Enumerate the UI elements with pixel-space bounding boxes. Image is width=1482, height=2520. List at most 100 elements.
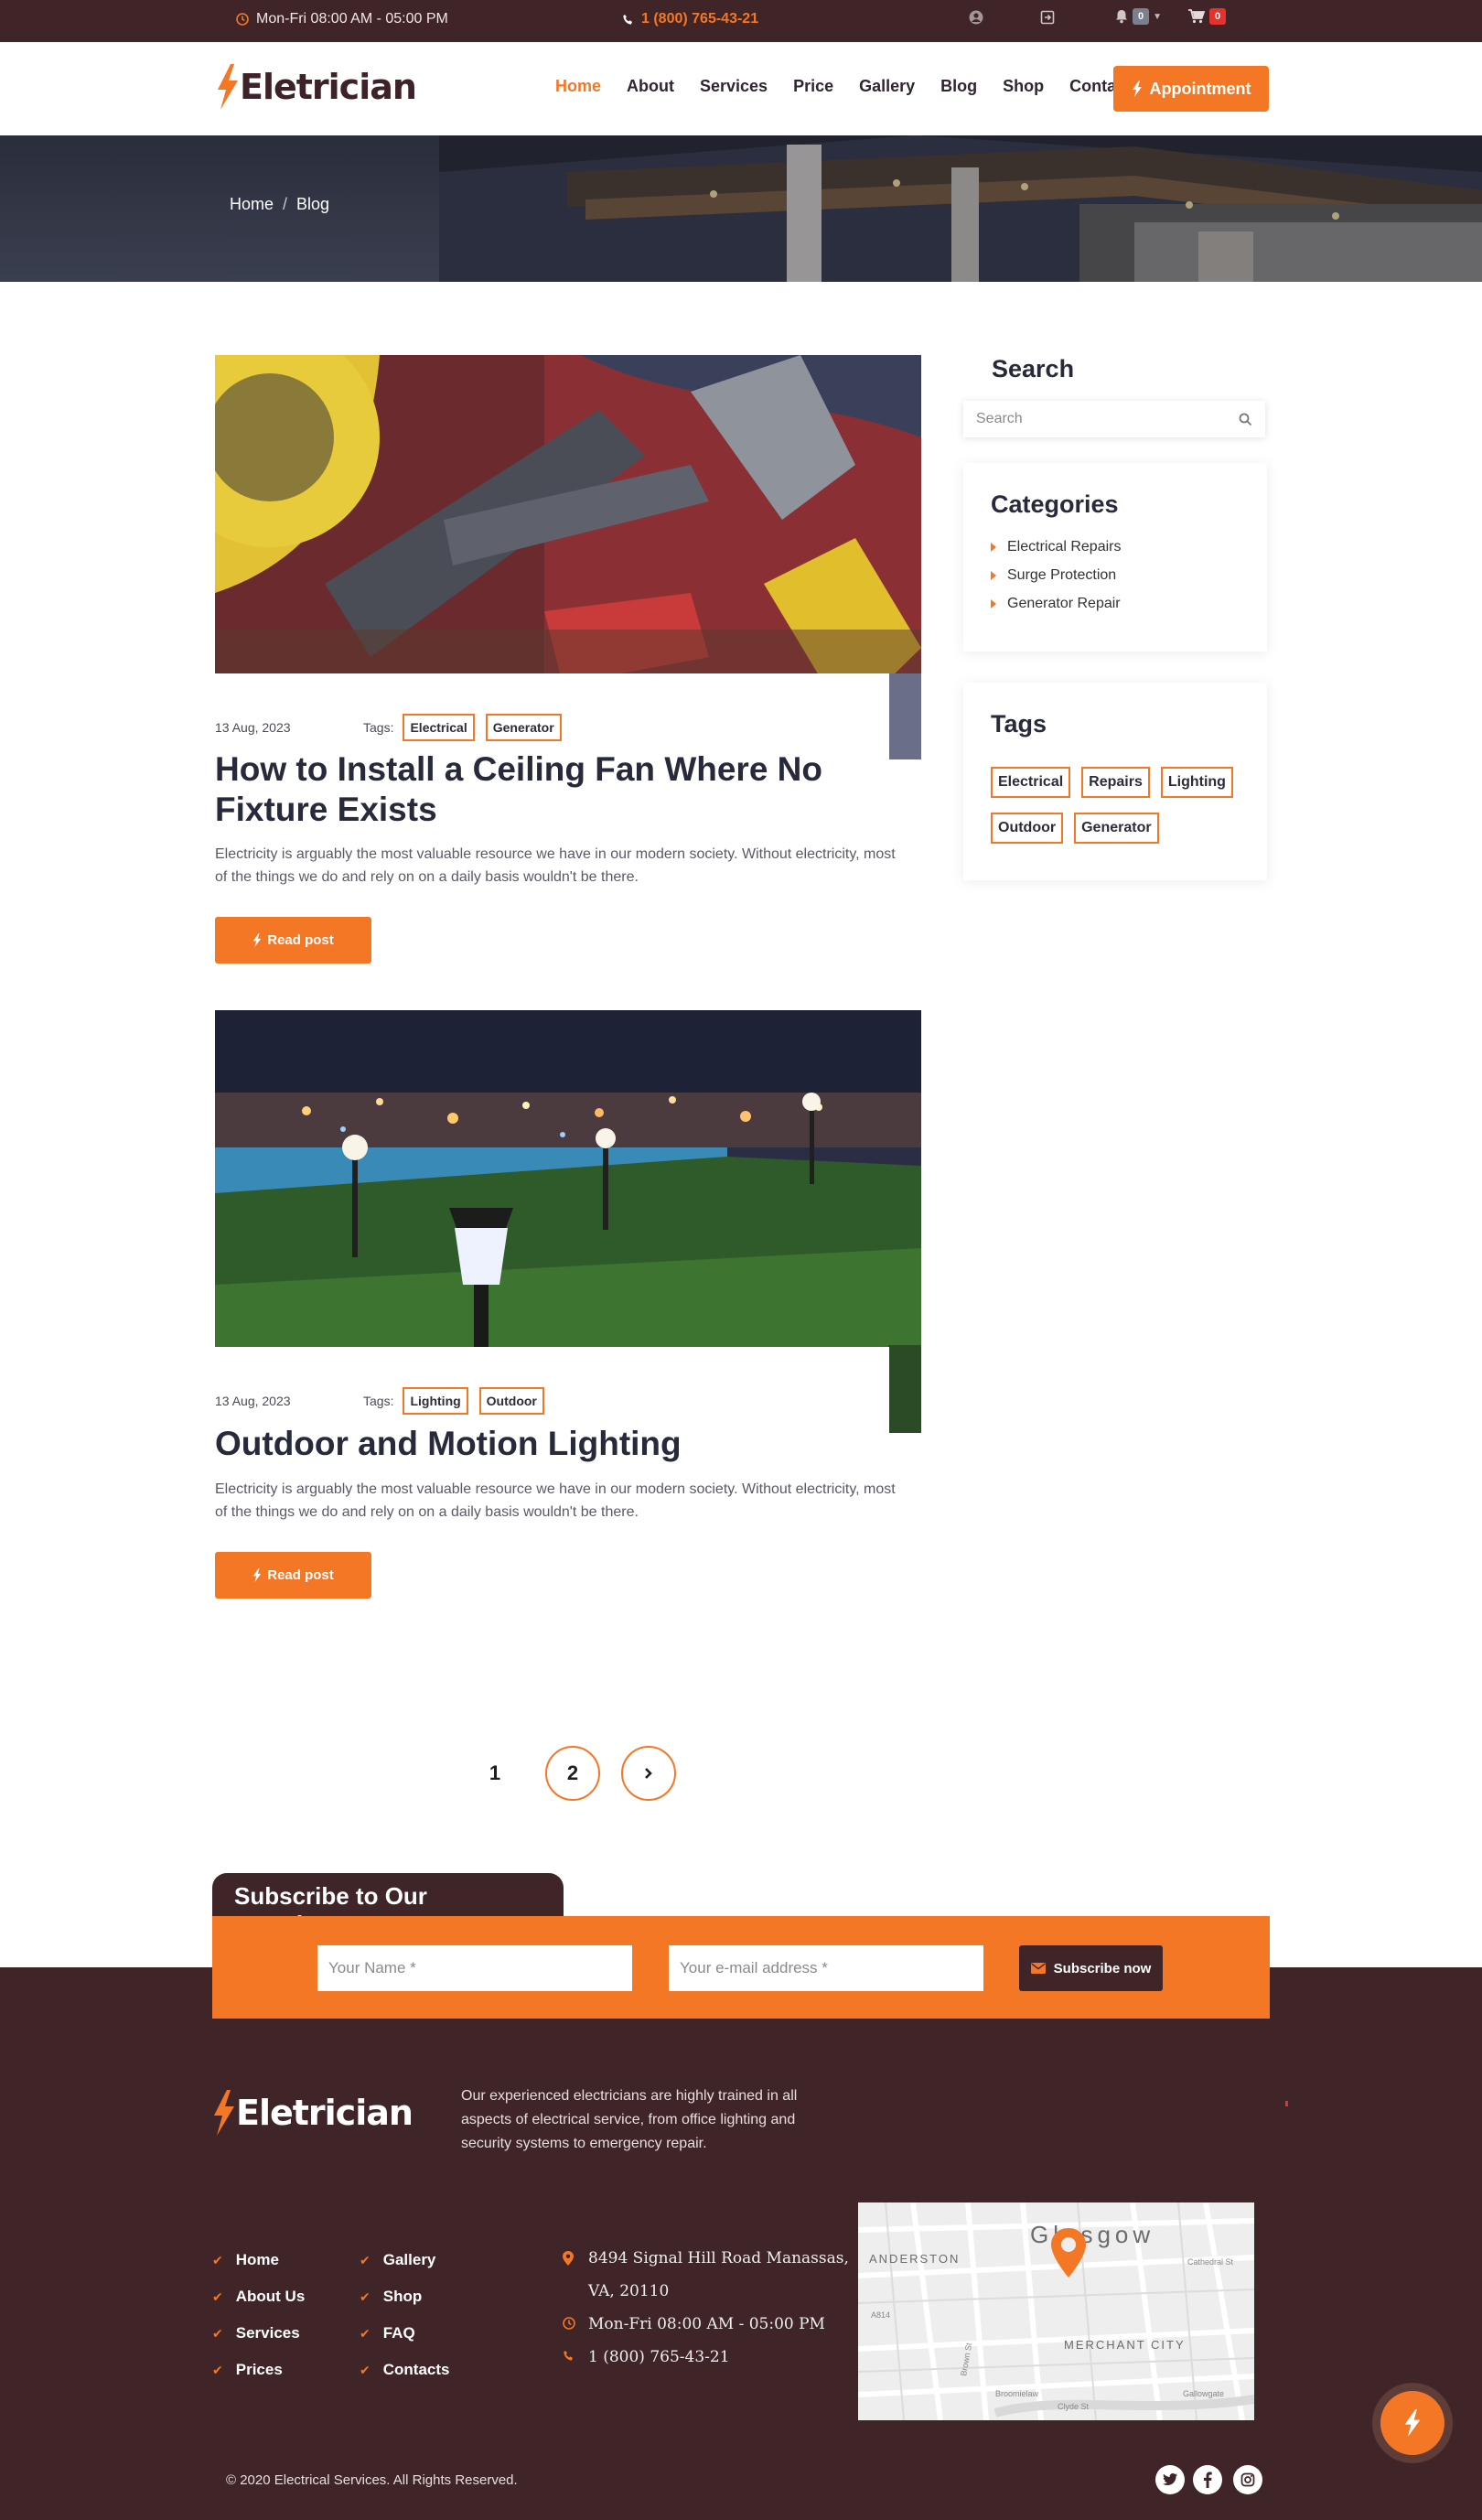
search-title: Search (992, 355, 1075, 382)
subscribe-button[interactable]: Subscribe now (1019, 1945, 1163, 1991)
map-marker-icon (563, 2242, 575, 2266)
read-post-label: Read post (267, 932, 334, 948)
page-1-link[interactable]: 1 (467, 1746, 522, 1801)
post-tag-lighting[interactable]: Lighting (403, 1387, 468, 1415)
categories-widget: Categories Electrical Repairs Surge Prot… (963, 463, 1267, 652)
footer-logo-text: Eletrician (236, 2093, 413, 2133)
phone-icon (622, 14, 634, 26)
post-tag-outdoor[interactable]: Outdoor (478, 1387, 544, 1415)
post-title[interactable]: How to Install a Ceiling Fan Where No Fi… (215, 749, 910, 830)
footer-link-label: Services (235, 2324, 300, 2342)
chevron-right-icon (643, 1767, 654, 1780)
address-line-1: 8494 Signal Hill Road Manassas, (588, 2249, 849, 2267)
site-logo[interactable]: Eletrician (216, 64, 417, 110)
newsletter-title: Subscribe to Our Newsletter (212, 1873, 564, 1938)
post-tag-electrical[interactable]: Electrical (403, 714, 475, 741)
post-meta: 13 Aug, 2023 Tags: Lighting Outdoor (215, 1387, 555, 1415)
read-post-button[interactable]: Read post (215, 917, 371, 964)
newsletter-name-input[interactable] (317, 1945, 632, 1991)
lightning-icon (252, 933, 262, 947)
footer-link-faq[interactable]: ✔ FAQ (360, 2315, 449, 2352)
footer-logo[interactable]: Eletrician (212, 2090, 413, 2136)
post-title[interactable]: Outdoor and Motion Lighting (215, 1424, 910, 1464)
category-item[interactable]: Generator Repair (991, 596, 1121, 612)
category-item[interactable]: Surge Protection (991, 567, 1121, 584)
bell-icon (1114, 8, 1129, 25)
footer-link-home[interactable]: ✔ Home (212, 2242, 305, 2278)
map-label-street-5: Gallowgate (1183, 2389, 1224, 2398)
tag-repairs[interactable]: Repairs (1081, 767, 1150, 798)
nav-item-shop[interactable]: Shop (1003, 77, 1044, 96)
tags-title: Tags (991, 710, 1047, 738)
instagram-button[interactable] (1233, 2465, 1262, 2494)
cart-button[interactable]: 0 (1187, 8, 1227, 25)
page-banner: Home / Blog (0, 135, 1482, 282)
caret-right-icon (991, 571, 996, 580)
footer-link-contacts[interactable]: ✔ Contacts (360, 2352, 449, 2388)
location-map[interactable]: Glasgow ANDERSTON MERCHANT CITY Cathedra… (858, 2202, 1254, 2420)
cart-icon (1187, 8, 1206, 25)
instagram-icon (1240, 2472, 1255, 2487)
tag-outdoor[interactable]: Outdoor (991, 813, 1064, 844)
logo-text: Eletrician (240, 67, 417, 107)
breadcrumb-current: Blog (296, 195, 330, 213)
tag-lighting[interactable]: Lighting (1160, 767, 1233, 798)
footer-link-services[interactable]: ✔ Services (212, 2315, 305, 2352)
nav-item-services[interactable]: Services (700, 77, 768, 96)
subscribe-label: Subscribe now (1053, 1960, 1152, 1976)
check-icon: ✔ (360, 2252, 370, 2267)
post-excerpt: Electricity is arguably the most valuabl… (215, 1481, 896, 1520)
footer-contact-info: 8494 Signal Hill Road Manassas, VA, 2011… (563, 2242, 849, 2374)
footer-link-gallery[interactable]: ✔ Gallery (360, 2242, 449, 2278)
floating-action-button[interactable] (1372, 2383, 1453, 2463)
search-icon[interactable] (1239, 413, 1252, 426)
user-account-button[interactable] (968, 9, 984, 26)
floating-action-inner (1380, 2391, 1444, 2455)
footer-link-label: Contacts (382, 2361, 450, 2378)
footer-link-label: Gallery (382, 2251, 436, 2268)
tag-electrical[interactable]: Electrical (991, 767, 1071, 798)
tag-generator[interactable]: Generator (1074, 813, 1159, 844)
footer-phone-text: 1 (800) 765-43-21 (588, 2348, 730, 2366)
working-hours-text: Mon-Fri 08:00 AM - 05:00 PM (256, 11, 448, 27)
sidebar-search (963, 401, 1265, 437)
read-post-button[interactable]: Read post (215, 1552, 371, 1599)
search-input[interactable] (976, 411, 1223, 427)
post-excerpt: Electricity is arguably the most valuabl… (215, 846, 896, 885)
footer-phone[interactable]: 1 (800) 765-43-21 (563, 2341, 849, 2374)
page-2-link[interactable]: 2 (545, 1746, 600, 1801)
footer-link-shop[interactable]: ✔ Shop (360, 2278, 449, 2315)
copyright-text: © 2020 Electrical Services. All Rights R… (226, 2472, 518, 2488)
clock-icon (563, 2308, 575, 2330)
twitter-button[interactable] (1155, 2465, 1185, 2494)
nav-item-blog[interactable]: Blog (940, 77, 977, 96)
category-item[interactable]: Electrical Repairs (991, 539, 1121, 555)
breadcrumb-home[interactable]: Home (230, 195, 274, 214)
footer-link-about-us[interactable]: ✔ About Us (212, 2278, 305, 2315)
footer-description: Our experienced electricians are highly … (461, 2088, 798, 2151)
notifications-button[interactable]: 0 ▼ (1114, 8, 1162, 25)
nav-item-gallery[interactable]: Gallery (859, 77, 915, 96)
top-phone[interactable]: 1 (800) 765-43-21 (622, 11, 758, 27)
nav-item-price[interactable]: Price (793, 77, 833, 96)
map-label-street-4: Clyde St (1058, 2402, 1090, 2411)
house-background-image (439, 135, 1482, 282)
lightning-icon (252, 1568, 262, 1582)
next-page-button[interactable] (621, 1746, 676, 1801)
appointment-button[interactable]: Appointment (1113, 66, 1269, 112)
nav-item-home[interactable]: Home (555, 77, 601, 96)
check-icon: ✔ (360, 2362, 370, 2377)
map-graphic: Glasgow ANDERSTON MERCHANT CITY Cathedra… (858, 2202, 1254, 2420)
nav-item-about[interactable]: About (627, 77, 674, 96)
footer-link-label: Home (235, 2251, 279, 2268)
twitter-icon (1162, 2472, 1178, 2487)
sign-in-icon (1039, 9, 1056, 26)
facebook-button[interactable] (1193, 2465, 1222, 2494)
map-label-district-1: ANDERSTON (869, 2252, 960, 2266)
footer-link-prices[interactable]: ✔ Prices (212, 2352, 305, 2388)
lightning-logo-icon (216, 64, 240, 110)
login-button[interactable] (1039, 9, 1056, 26)
post-tag-generator[interactable]: Generator (485, 714, 562, 741)
newsletter-email-input[interactable] (669, 1945, 983, 1991)
top-bar: Mon-Fri 08:00 AM - 05:00 PM 1 (800) 765-… (0, 0, 1482, 42)
